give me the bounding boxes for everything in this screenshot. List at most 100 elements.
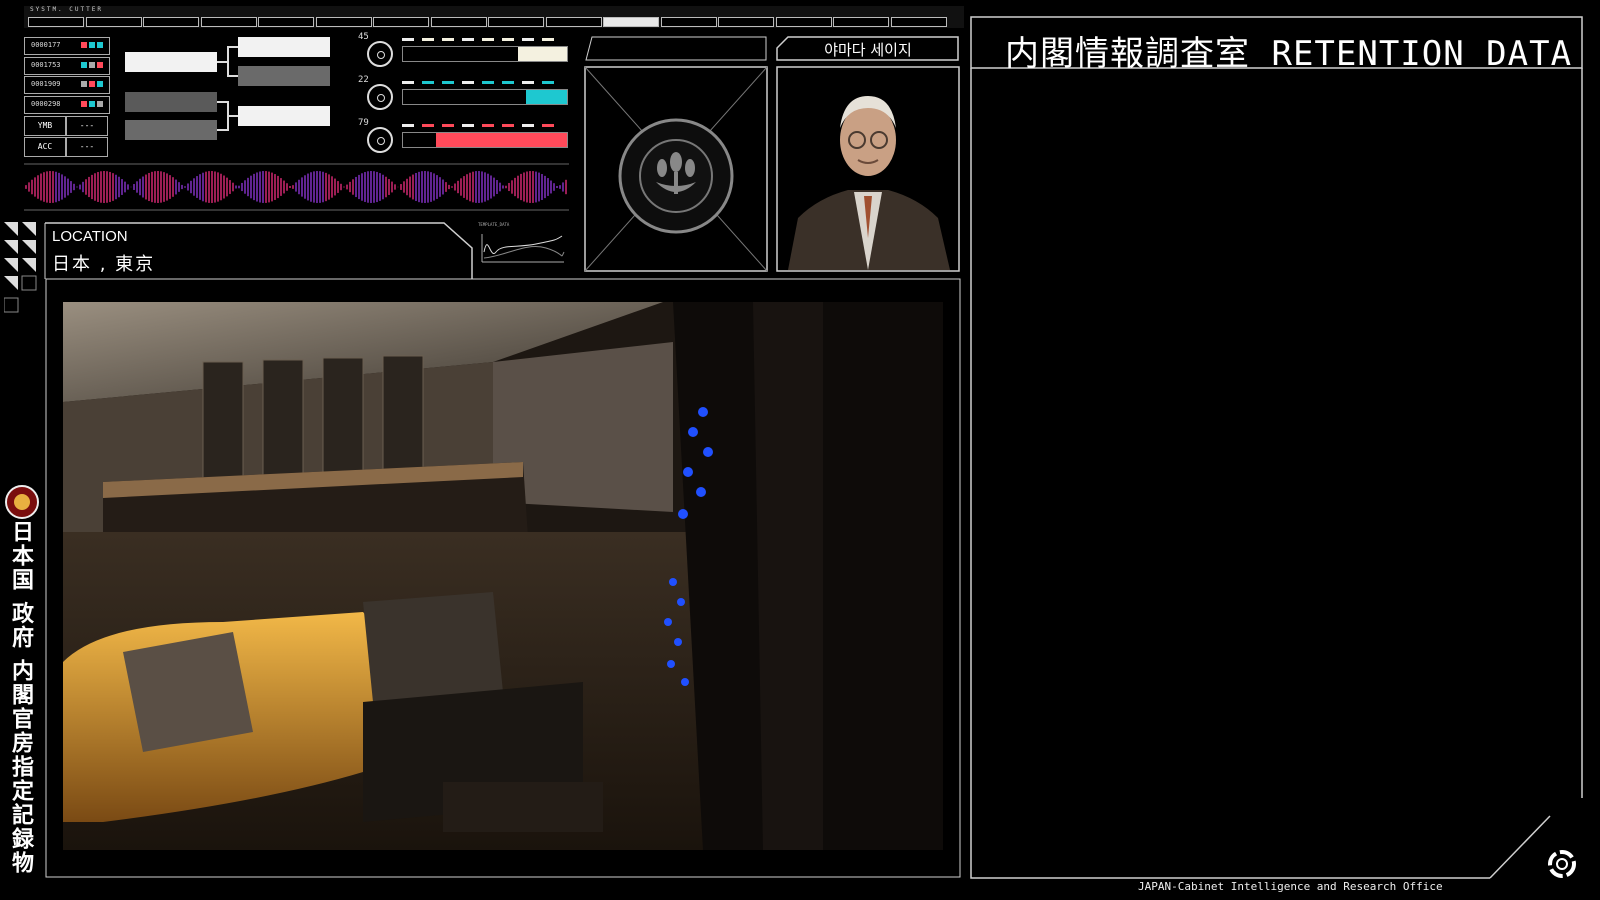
connector-diagram — [125, 37, 330, 140]
meter-tick — [402, 38, 414, 41]
strip-slot-7[interactable] — [373, 17, 429, 27]
strip-slot-9[interactable] — [488, 17, 544, 27]
id-code: 0000177 — [31, 41, 61, 49]
subject-name: 야마다 세이지 — [824, 41, 912, 59]
id-code: 0000298 — [31, 99, 61, 108]
status-dot — [97, 61, 103, 68]
kv-row-ymb: YMB --- — [24, 116, 108, 136]
id-row[interactable]: 0000177 — [24, 37, 110, 55]
status-dot — [97, 42, 103, 48]
meter-tick — [422, 124, 434, 127]
strip-slot-14[interactable] — [775, 17, 832, 27]
strip-slot-5[interactable] — [258, 17, 314, 27]
side-glyph-grid — [4, 222, 37, 313]
meter-bar — [402, 46, 568, 62]
government-seal-icon — [5, 485, 39, 519]
dial-icon[interactable] — [367, 127, 393, 153]
strip-slot-3[interactable] — [143, 17, 199, 27]
subject-panel: 야마다 세이지 — [776, 36, 960, 272]
meter-bar — [402, 132, 568, 148]
location-panel: LOCATION 日本 , 東京 — [44, 222, 473, 279]
status-dot — [81, 81, 87, 87]
location-value: 日本 , 東京 — [52, 254, 156, 275]
strip-slot-4[interactable] — [200, 17, 257, 27]
meter-tick — [442, 81, 454, 84]
strip-slot-16[interactable] — [890, 17, 947, 27]
meter-tick — [422, 81, 434, 84]
strip-slot-6[interactable] — [315, 17, 372, 27]
kv-row-acc: ACC --- — [24, 137, 108, 157]
meter-fill — [526, 90, 567, 104]
meter-value: 79 — [358, 118, 369, 128]
spinner-icon[interactable] — [1544, 846, 1580, 882]
footer-credit: JAPAN-Cabinet Intelligence and Research … — [1138, 880, 1443, 893]
strip-slot-8[interactable] — [430, 17, 487, 27]
id-row[interactable]: 0001753 — [24, 56, 110, 75]
status-dot — [97, 100, 103, 107]
meter-tick — [522, 124, 534, 127]
meter-tick — [482, 124, 494, 127]
meter-tick — [422, 38, 434, 41]
mini-chart: TEMPLATE_DATA — [476, 222, 568, 268]
status-dot — [81, 61, 87, 68]
strip-slot-2[interactable] — [85, 17, 142, 27]
paulownia-emblem-icon — [618, 118, 734, 234]
lounge-photo — [63, 302, 943, 850]
retention-panel: 内閣情報調査室 RETENTION DATA — [970, 16, 1583, 880]
id-row[interactable]: 0000298 — [24, 95, 110, 114]
meter-tick — [442, 124, 454, 127]
kv-value: --- — [66, 137, 108, 157]
meter-tick — [482, 81, 494, 84]
status-dot — [89, 100, 95, 107]
location-label: LOCATION — [52, 228, 128, 245]
strip-slot-11[interactable] — [603, 17, 659, 27]
mini-chart-label: TEMPLATE_DATA — [478, 222, 510, 227]
meter-fill — [435, 133, 567, 147]
kv-key: ACC — [24, 137, 66, 157]
meter-tick — [462, 81, 474, 84]
meter-tick — [542, 38, 554, 41]
strip-slot-13[interactable] — [718, 17, 774, 27]
status-dot — [81, 100, 87, 107]
meter-tick — [442, 38, 454, 41]
strip-slot-15[interactable] — [833, 17, 889, 27]
meter-tick — [502, 81, 514, 84]
meter-tick — [402, 81, 414, 84]
dial-icon[interactable] — [367, 41, 393, 67]
top-slider-strip: SYSTM. CUTTER — [24, 6, 964, 28]
meter-tick — [502, 124, 514, 127]
kv-value: --- — [66, 116, 108, 136]
meter-tick — [402, 124, 414, 127]
meter-tick — [522, 38, 534, 41]
status-dot — [97, 81, 103, 87]
strip-slot-10[interactable] — [545, 17, 602, 27]
meter-value: 45 — [358, 32, 369, 42]
vertical-caption: 日本国 政府 内閣官房指定記録物 — [8, 520, 33, 876]
id-code: 0001909 — [31, 80, 61, 88]
meter-tick — [482, 38, 494, 41]
status-dot — [89, 81, 95, 87]
meter-bar — [402, 89, 568, 105]
meter-tick — [502, 38, 514, 41]
status-dot — [81, 42, 87, 48]
status-dot — [89, 42, 95, 48]
id-code: 0001753 — [31, 60, 61, 69]
subject-portrait — [788, 96, 950, 270]
meter-value: 22 — [358, 75, 369, 85]
dial-icon[interactable] — [367, 84, 393, 110]
kv-key: YMB — [24, 116, 66, 136]
id-row[interactable]: 0001909 — [24, 76, 110, 94]
emblem-panel — [584, 36, 768, 272]
strip-label: SYSTM. CUTTER — [30, 6, 103, 13]
meter-tick — [522, 81, 534, 84]
strip-slot-12[interactable] — [660, 17, 717, 27]
meter-tick — [462, 38, 474, 41]
mini-chart-graph — [481, 234, 565, 263]
waveform-band — [24, 163, 569, 211]
meter-fill — [517, 47, 567, 61]
meter-tick — [542, 81, 554, 84]
meter-tick — [542, 124, 554, 127]
meter-tick — [462, 124, 474, 127]
strip-slot-1[interactable] — [28, 17, 84, 27]
retention-title: 内閣情報調査室 RETENTION DATA — [1005, 34, 1573, 74]
